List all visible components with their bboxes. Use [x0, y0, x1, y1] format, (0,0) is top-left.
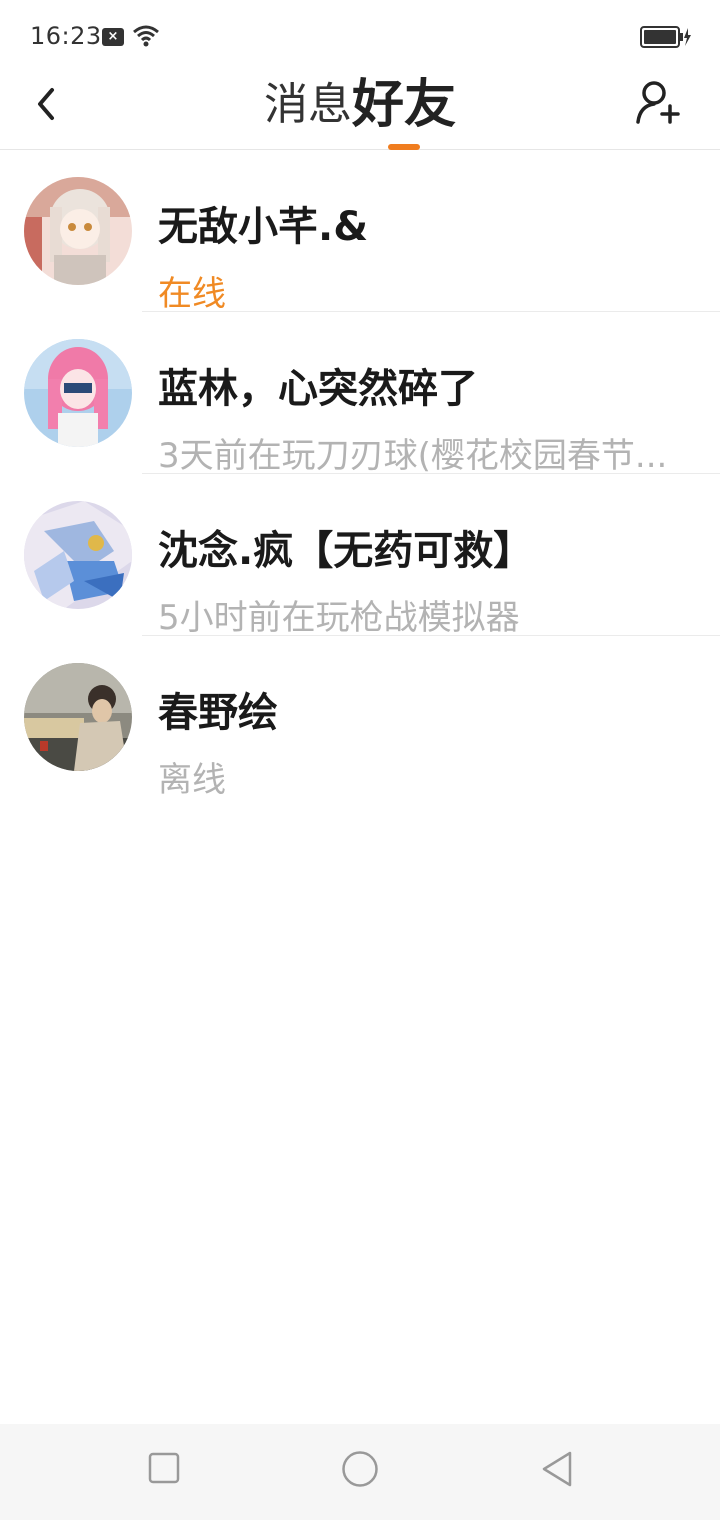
friend-name: 春野绘 — [158, 690, 278, 736]
add-user-icon — [636, 81, 680, 124]
avatar[interactable] — [24, 177, 132, 285]
recent-apps-icon[interactable] — [148, 1452, 180, 1484]
tab-bar: 消息好友 — [0, 72, 720, 150]
avatar[interactable] — [24, 339, 132, 447]
avatar[interactable] — [24, 663, 132, 771]
friend-status: 5小时前在玩枪战模拟器 — [158, 598, 520, 638]
friend-status: 3天前在玩刀刃球(樱花校园春节... — [158, 436, 668, 476]
tab-friends[interactable]: 好友 — [351, 72, 456, 150]
friend-name: 蓝林，心突然碎了 — [158, 366, 478, 412]
system-nav-bar — [0, 1424, 720, 1520]
friend-row[interactable]: 无敌小芊.& 在线 — [0, 150, 720, 314]
wifi-icon — [133, 25, 159, 47]
friend-name: 无敌小芊.& — [158, 204, 369, 250]
home-icon[interactable] — [341, 1450, 379, 1488]
sim-off-icon: × — [102, 28, 124, 46]
nav-bar: 消息好友 — [0, 72, 720, 150]
friend-status: 离线 — [158, 760, 226, 800]
tab-friends-label: 好友 — [351, 75, 456, 135]
status-bar: 16:23 × — [0, 0, 720, 72]
status-time: 16:23 — [30, 22, 102, 50]
tab-messages[interactable]: 消息 — [264, 72, 352, 138]
friend-name: 沈念.疯【无药可救】 — [158, 528, 534, 574]
avatar[interactable] — [24, 501, 132, 609]
friend-list: 无敌小芊.& 在线 蓝林，心突然碎了 3天前在玩刀刃球(樱花校园春节... 沈念… — [0, 150, 720, 800]
friend-row[interactable]: 春野绘 离线 — [0, 636, 720, 800]
friend-status: 在线 — [158, 274, 226, 314]
back-triangle-icon[interactable] — [540, 1450, 574, 1488]
add-friend-button[interactable] — [634, 78, 682, 126]
friend-row[interactable]: 蓝林，心突然碎了 3天前在玩刀刃球(樱花校园春节... — [0, 312, 720, 476]
battery-charging-icon — [640, 26, 691, 48]
friend-row[interactable]: 沈念.疯【无药可救】 5小时前在玩枪战模拟器 — [0, 474, 720, 638]
